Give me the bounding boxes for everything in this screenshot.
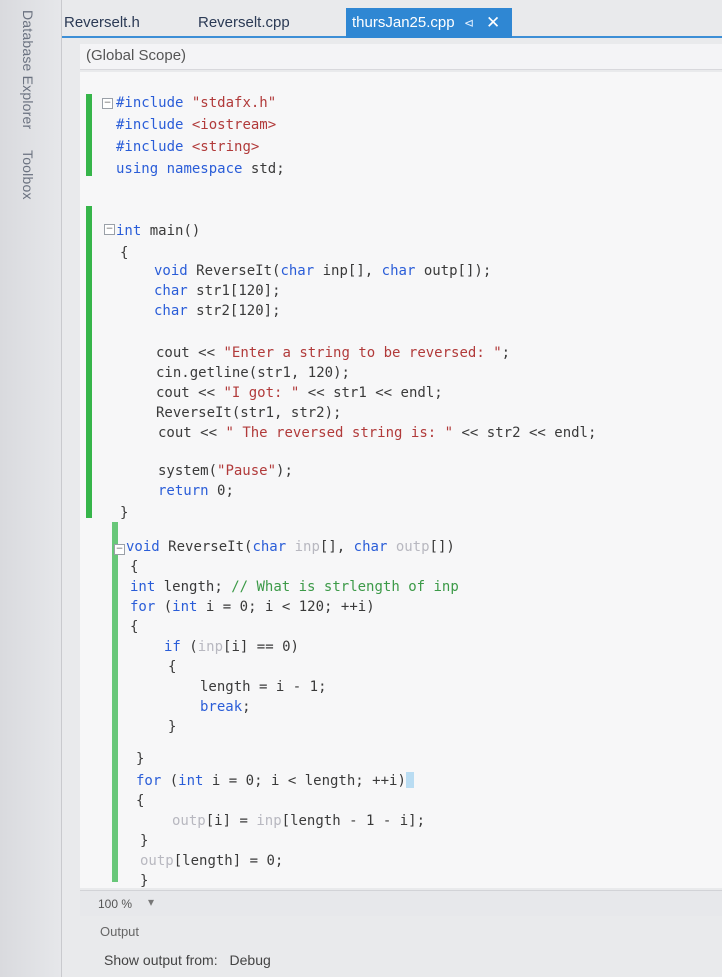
left-dock-strip: Database Explorer Toolbox: [0, 0, 62, 977]
text-cursor: [405, 772, 414, 788]
collapse-icon[interactable]: −: [102, 98, 113, 109]
code-line: {: [130, 619, 139, 635]
tab-label: thursJan25.cpp: [352, 14, 455, 31]
code-editor[interactable]: − − − #include "stdafx.h" #include <iostr…: [80, 72, 722, 889]
document-tab-strip: Reverselt.h Reverselt.cpp thursJan25.cpp…: [62, 8, 722, 38]
code-line: char str1[120];: [154, 283, 281, 299]
code-line: outp[i] = inp[length - 1 - i];: [172, 813, 426, 829]
sidebar-tab-database-explorer[interactable]: Database Explorer: [20, 10, 36, 129]
tab-label: Reverselt.h: [64, 14, 140, 31]
code-line: char str2[120];: [154, 303, 281, 319]
code-line: outp[length] = 0;: [140, 853, 284, 869]
code-line: cout << "Enter a string to be reversed: …: [156, 345, 511, 361]
code-line: int length; // What is strlength of inp: [130, 579, 459, 595]
code-line: #include "stdafx.h": [116, 95, 277, 111]
pin-icon[interactable]: ⊲: [464, 8, 474, 38]
code-line: {: [130, 559, 139, 575]
editor-status-bar: 100 % ▾: [80, 890, 722, 916]
code-line: using namespace std;: [116, 161, 285, 177]
code-line: {: [120, 245, 129, 261]
code-line: {: [136, 793, 145, 809]
code-line: return 0;: [158, 483, 234, 499]
code-line: if (inp[i] == 0): [164, 639, 299, 655]
code-line: }: [140, 833, 149, 849]
code-line: system("Pause");: [158, 463, 293, 479]
code-line: }: [136, 751, 145, 767]
tab-label: Reverselt.cpp: [198, 14, 290, 31]
code-line: void ReverseIt(char inp[], char outp[]): [126, 539, 455, 555]
zoom-level[interactable]: 100 %: [98, 897, 132, 911]
scope-label: (Global Scope): [86, 47, 187, 64]
code-line: int main(): [116, 223, 201, 239]
code-line: }: [140, 873, 149, 889]
code-line: length = i - 1;: [200, 679, 327, 695]
code-line: cin.getline(str1, 120);: [156, 365, 350, 381]
code-line: void ReverseIt(char inp[], char outp[]);: [154, 263, 492, 279]
code-line: #include <iostream>: [116, 117, 277, 133]
collapse-icon[interactable]: −: [114, 544, 125, 555]
code-line: break;: [200, 699, 251, 715]
show-output-label: Show output from:: [104, 952, 218, 968]
code-line: ReverseIt(str1, str2);: [156, 405, 342, 421]
chevron-down-icon[interactable]: ▾: [148, 895, 154, 909]
code-line: }: [120, 505, 129, 521]
close-icon[interactable]: ✕: [486, 8, 500, 38]
change-bar: [86, 94, 92, 176]
collapse-icon[interactable]: −: [104, 224, 115, 235]
change-bar: [86, 206, 92, 518]
tab-reverseit-cpp[interactable]: Reverselt.cpp: [198, 8, 290, 38]
code-line: cout << "I got: " << str1 << endl;: [156, 385, 443, 401]
code-line: for (int i = 0; i < length; ++i): [136, 772, 414, 790]
code-line: cout << " The reversed string is: " << s…: [158, 425, 597, 441]
scope-dropdown[interactable]: (Global Scope): [80, 44, 722, 70]
output-source-selector[interactable]: Show output from: Debug: [104, 952, 271, 968]
code-line: #include <string>: [116, 139, 260, 155]
change-bar: [112, 522, 118, 882]
code-line: {: [168, 659, 177, 675]
tab-reverseit-h[interactable]: Reverselt.h: [64, 8, 140, 38]
sidebar-tab-toolbox[interactable]: Toolbox: [20, 150, 36, 200]
output-source-value: Debug: [229, 952, 271, 968]
code-line: for (int i = 0; i < 120; ++i): [130, 599, 375, 615]
code-line: }: [168, 719, 177, 735]
output-panel-title: Output: [100, 924, 140, 939]
tab-thursjan25-cpp[interactable]: thursJan25.cpp ⊲ ✕: [346, 8, 512, 38]
